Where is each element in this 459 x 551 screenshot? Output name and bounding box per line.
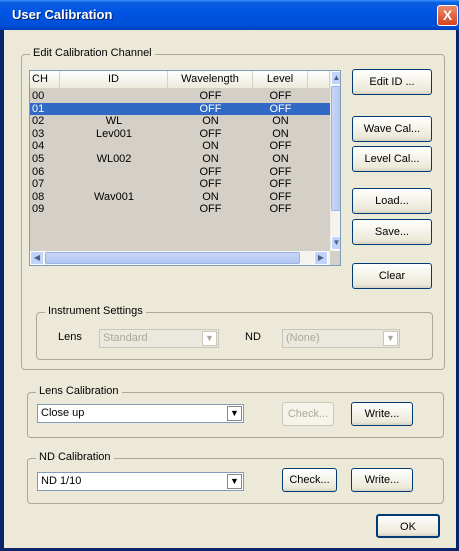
cell-wavelength: OFF	[199, 127, 222, 140]
channel-list[interactable]: CH ID Wavelength Level 00 OFF OFF 01 OFF OFF 0…	[29, 70, 341, 266]
column-header-wavelength[interactable]: Wavelength	[168, 71, 253, 89]
cell-wavelength: OFF	[199, 102, 222, 115]
table-row[interactable]: 09 OFF OFF	[30, 203, 330, 216]
save-button[interactable]: Save...	[352, 219, 432, 245]
cell-id: Lev001	[95, 127, 133, 140]
cell-id	[60, 140, 168, 153]
cell-level: OFF	[269, 102, 292, 115]
nd-calibration-title: ND Calibration	[36, 451, 114, 463]
cell-id: Wav001	[94, 190, 134, 203]
cell-wavelength: OFF	[199, 90, 222, 102]
scroll-up-arrow-icon[interactable]: ▲	[331, 71, 340, 85]
edit-id-button[interactable]: Edit ID ...	[352, 69, 432, 95]
nd-select: (None) ▼	[282, 329, 400, 348]
cell-ch: 03	[32, 127, 45, 140]
cell-ch: 05	[32, 152, 45, 165]
table-row[interactable]: 07 OFF OFF	[30, 178, 330, 191]
horizontal-scroll-thumb[interactable]	[45, 252, 300, 264]
cell-level: OFF	[269, 203, 292, 216]
cell-ch: 08	[32, 190, 45, 203]
scroll-down-arrow-icon[interactable]: ▼	[331, 236, 340, 250]
cell-level: OFF	[269, 178, 292, 191]
cell-ch: 09	[32, 203, 45, 216]
cell-level: OFF	[269, 90, 292, 102]
cell-ch: 02	[32, 115, 45, 128]
cell-id	[60, 103, 168, 116]
close-icon: X	[442, 7, 453, 23]
scroll-right-arrow-icon[interactable]: ▶	[314, 251, 328, 265]
cell-wavelength: OFF	[199, 203, 222, 216]
cell-id	[60, 90, 168, 103]
lens-select-value: Standard	[103, 332, 148, 344]
column-header-id[interactable]: ID	[60, 71, 168, 89]
chevron-down-icon: ▼	[383, 331, 398, 346]
cell-wavelength: ON	[202, 140, 219, 153]
table-row[interactable]: 04 ON OFF	[30, 140, 330, 153]
cell-level: ON	[272, 127, 289, 140]
column-header-level[interactable]: Level	[253, 71, 308, 89]
table-row[interactable]: 00 OFF OFF	[30, 90, 330, 103]
cell-ch: 04	[32, 140, 45, 153]
cell-wavelength: OFF	[199, 165, 222, 178]
cell-wavelength: ON	[202, 115, 219, 128]
lens-calibration-title: Lens Calibration	[36, 385, 122, 397]
table-row[interactable]: 08 Wav001 ON OFF	[30, 191, 330, 204]
cell-id	[60, 203, 168, 216]
clear-button[interactable]: Clear	[352, 263, 432, 289]
load-button[interactable]: Load...	[352, 188, 432, 214]
table-row[interactable]: 03 Lev001 OFF ON	[30, 128, 330, 141]
nd-calibration-select[interactable]: ND 1/10 ▼	[37, 472, 244, 491]
table-row[interactable]: 01 OFF OFF	[30, 102, 330, 116]
chevron-down-icon[interactable]: ▼	[227, 406, 242, 421]
cell-level: ON	[272, 115, 289, 128]
channel-rows: 00 OFF OFF 01 OFF OFF 02 WL ON ON 03 Lev001 OFF ON 04 O…	[30, 90, 330, 216]
cell-ch: 07	[32, 178, 45, 191]
cell-level: OFF	[269, 140, 292, 153]
cell-id: WL	[105, 115, 123, 128]
table-row[interactable]: 06 OFF OFF	[30, 166, 330, 179]
vertical-scroll-thumb[interactable]	[331, 86, 340, 211]
instrument-settings-title: Instrument Settings	[45, 305, 146, 317]
nd-check-button[interactable]: Check...	[282, 468, 337, 492]
cell-ch: 00	[32, 90, 45, 102]
nd-calibration-value: ND 1/10	[41, 475, 82, 487]
edit-group-title: Edit Calibration Channel	[30, 47, 155, 59]
table-row[interactable]: 05 WL002 ON ON	[30, 153, 330, 166]
cell-wavelength: ON	[202, 152, 219, 165]
level-cal-button[interactable]: Level Cal...	[352, 146, 432, 172]
lens-select: Standard ▼	[99, 329, 219, 348]
lens-check-button[interactable]: Check...	[282, 402, 334, 426]
chevron-down-icon[interactable]: ▼	[227, 474, 242, 489]
vertical-scrollbar[interactable]: ▲ ▼	[330, 71, 340, 251]
horizontal-scrollbar[interactable]: ◀ ▶	[30, 251, 330, 265]
wave-cal-button[interactable]: Wave Cal...	[352, 116, 432, 142]
scroll-left-arrow-icon[interactable]: ◀	[30, 251, 44, 265]
ok-button[interactable]: OK	[376, 514, 440, 538]
nd-label: ND	[245, 331, 261, 343]
lens-label: Lens	[58, 331, 82, 343]
close-button[interactable]: X	[437, 5, 458, 26]
lens-calibration-select[interactable]: Close up ▼	[37, 404, 244, 423]
nd-select-value: (None)	[286, 332, 320, 344]
cell-wavelength: OFF	[199, 178, 222, 191]
column-header-ch[interactable]: CH	[30, 71, 60, 89]
nd-write-button[interactable]: Write...	[351, 468, 413, 492]
cell-id	[60, 178, 168, 191]
column-header-extra	[308, 71, 330, 89]
window-title: User Calibration	[12, 7, 113, 22]
cell-level: OFF	[269, 165, 292, 178]
cell-ch: 06	[32, 165, 45, 178]
title-bar[interactable]: User Calibration X	[0, 0, 459, 30]
cell-ch: 01	[32, 102, 45, 115]
lens-calibration-value: Close up	[41, 407, 85, 419]
lens-write-button[interactable]: Write...	[351, 402, 413, 426]
cell-id	[60, 166, 168, 179]
channel-list-header: CH ID Wavelength Level	[30, 71, 330, 89]
cell-wavelength: ON	[202, 190, 219, 203]
chevron-down-icon: ▼	[202, 331, 217, 346]
cell-level: ON	[272, 152, 289, 165]
cell-level: OFF	[269, 190, 292, 203]
table-row[interactable]: 02 WL ON ON	[30, 115, 330, 128]
cell-id: WL002	[96, 152, 132, 165]
